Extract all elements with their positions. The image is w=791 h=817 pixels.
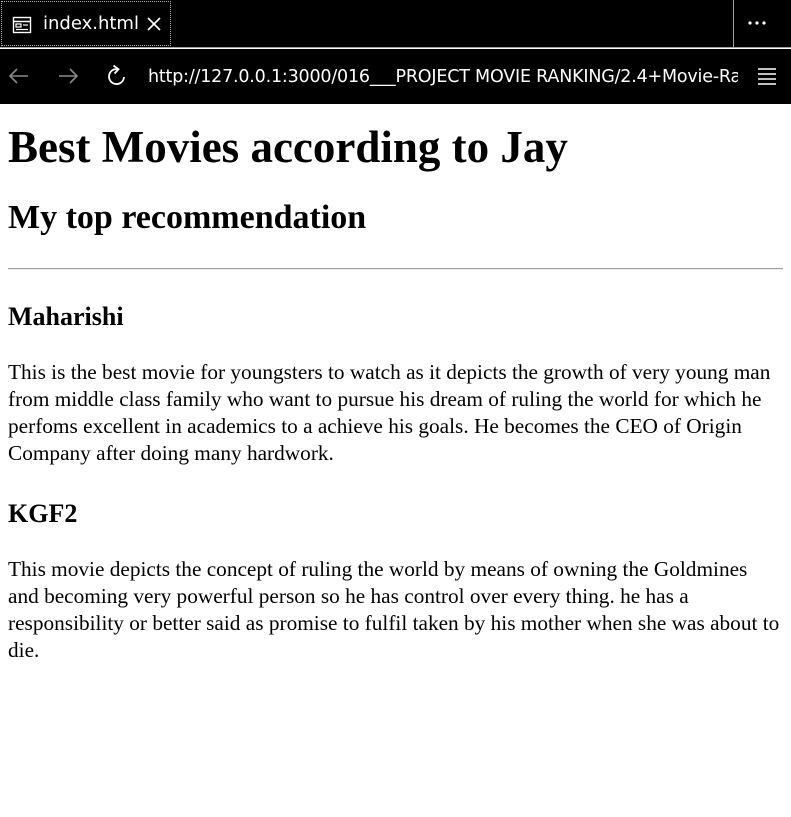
arrow-left-icon[interactable] xyxy=(6,63,32,89)
movie-title-kgf2: KGF2 xyxy=(8,499,78,528)
ellipsis-icon xyxy=(748,21,766,25)
page-title: Best Movies according to Jay xyxy=(8,122,568,172)
page-content: Best Movies according to Jay My top reco… xyxy=(0,104,791,817)
navigation-bar: http://127.0.0.1:3000/016___PROJECT MOVI… xyxy=(0,49,791,104)
address-bar[interactable]: http://127.0.0.1:3000/016___PROJECT MOVI… xyxy=(148,63,738,91)
tab-title: index.html xyxy=(43,13,139,34)
more-actions-button[interactable] xyxy=(733,0,791,47)
movie-description-kgf2: This movie depicts the concept of ruling… xyxy=(8,557,780,662)
arrow-right-icon[interactable] xyxy=(55,63,81,89)
hamburger-menu-icon[interactable] xyxy=(755,65,779,87)
tab-index-html[interactable]: index.html xyxy=(1,1,171,46)
movie-title-maharishi: Maharishi xyxy=(8,302,124,331)
page-layout-icon xyxy=(12,15,32,35)
divider xyxy=(8,268,783,270)
close-icon[interactable] xyxy=(145,15,163,33)
movie-description-maharishi: This is the best movie for youngsters to… xyxy=(8,360,771,465)
page-subtitle: My top recommendation xyxy=(8,199,367,236)
reload-icon[interactable] xyxy=(104,63,130,89)
tab-bar: index.html xyxy=(0,0,791,48)
